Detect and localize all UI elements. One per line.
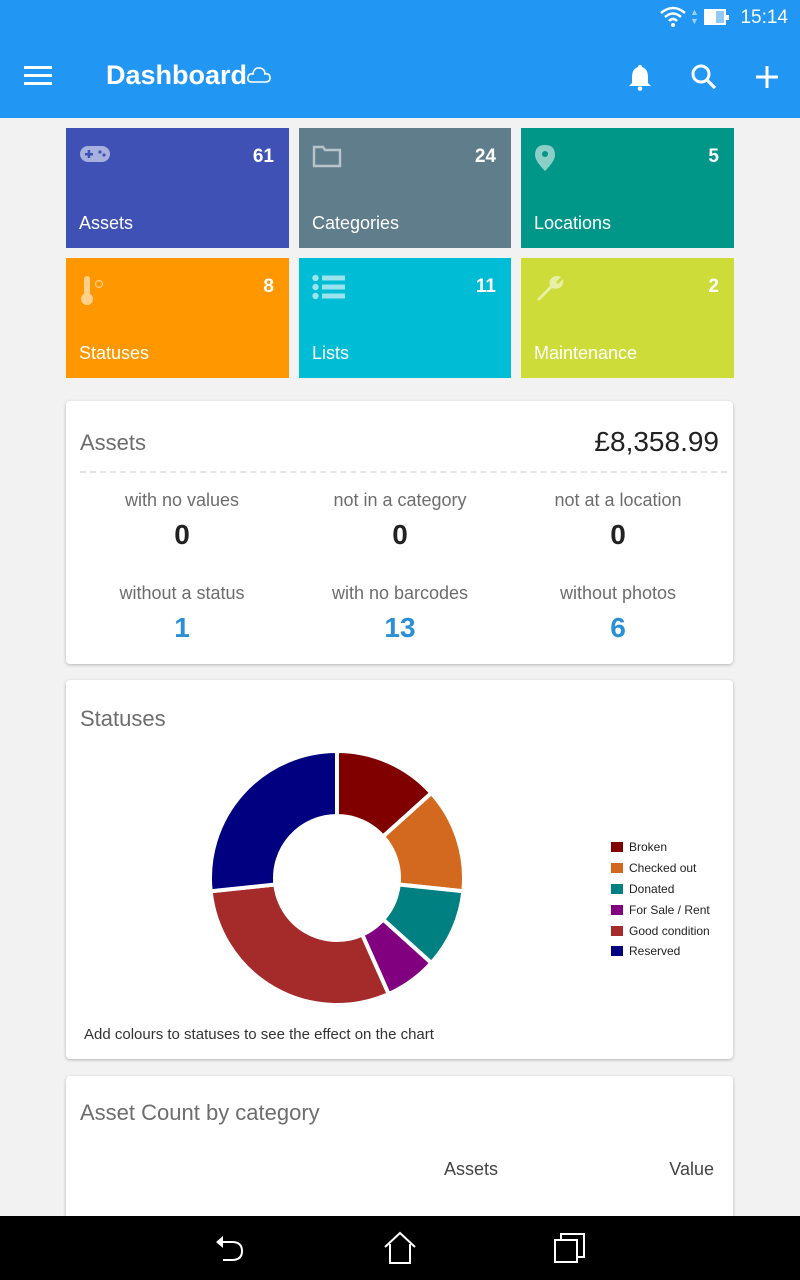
metric-no-location[interactable]: not at a location 0	[507, 490, 729, 551]
search-icon[interactable]	[689, 62, 719, 92]
tile-assets[interactable]: 61 Assets	[66, 128, 289, 248]
metric-label: with no values	[124, 490, 240, 510]
legend-label: Reserved	[629, 944, 681, 959]
tile-label: Assets	[79, 213, 134, 233]
home-icon[interactable]	[382, 1230, 418, 1266]
metric-value: 0	[174, 519, 190, 550]
metric-value[interactable]: 1	[71, 612, 293, 644]
add-icon[interactable]	[752, 62, 782, 92]
tile-count: 24	[474, 146, 496, 167]
metric-value[interactable]: 6	[507, 612, 729, 644]
card-title: Asset Count by category	[80, 1100, 320, 1125]
legend-label: Checked out	[629, 861, 697, 876]
thermometer-icon	[81, 276, 104, 305]
tile-categories[interactable]: 24 Categories	[299, 128, 511, 248]
legend-label: Donated	[629, 881, 675, 896]
divider	[80, 471, 727, 473]
battery-icon	[704, 9, 729, 25]
legend-item: Reserved	[611, 941, 710, 962]
cloud-sync-icon[interactable]	[246, 64, 272, 86]
chart-note: Add colours to statuses to see the effec…	[84, 1026, 434, 1043]
location-pin-icon	[535, 145, 555, 171]
metric-label: without a status	[119, 583, 245, 603]
legend-swatch	[611, 904, 623, 915]
statuses-donut-chart	[208, 748, 466, 1007]
legend-swatch	[611, 946, 623, 957]
metric-label: without photos	[559, 583, 677, 603]
metric-label: with no barcodes	[331, 583, 469, 603]
metric-no-barcodes[interactable]: with no barcodes 13	[289, 583, 511, 644]
chart-legend: Broken Checked out Donated For Sale / Rent G…	[611, 837, 710, 962]
legend-label: Broken	[629, 840, 668, 855]
legend-swatch	[611, 925, 623, 936]
legend-item: Donated	[611, 879, 710, 900]
tile-maintenance[interactable]: 2 Maintenance	[521, 258, 734, 378]
metric-label: not at a location	[554, 490, 682, 510]
legend-swatch	[611, 883, 623, 894]
total-value: £8,358.99	[594, 426, 719, 457]
legend-item: Broken	[611, 837, 710, 858]
list-icon	[312, 274, 345, 300]
tile-label: Locations	[534, 213, 612, 233]
metric-value: 0	[610, 519, 626, 550]
tile-count: 61	[252, 146, 274, 167]
tile-statuses[interactable]: 8 Statuses	[66, 258, 289, 378]
recents-icon[interactable]	[552, 1230, 588, 1266]
legend-swatch	[611, 842, 623, 853]
wifi-icon	[660, 6, 686, 27]
donut-slice-reserved[interactable]	[208, 748, 339, 894]
metric-no-photos[interactable]: without photos 6	[507, 583, 729, 644]
donut-slice-good-condition[interactable]	[208, 882, 392, 1007]
page-title: Dashboard	[106, 60, 248, 90]
card-title: Statuses	[80, 706, 166, 731]
wrench-icon	[537, 276, 564, 301]
metric-no-values[interactable]: with no values 0	[71, 490, 293, 551]
metric-value: 0	[392, 519, 408, 550]
tile-label: Statuses	[79, 343, 150, 363]
tile-count: 8	[263, 276, 274, 297]
tile-label: Lists	[312, 343, 350, 363]
legend-label: Good condition	[629, 923, 710, 938]
data-arrows-icon: ▲ ▼	[690, 7, 699, 26]
tile-label: Categories	[312, 213, 400, 233]
column-header-value: Value	[669, 1159, 714, 1179]
clock: 15:14	[740, 7, 788, 28]
legend-swatch	[611, 863, 623, 874]
legend-item: Checked out	[611, 858, 710, 879]
legend-item: Good condition	[611, 920, 710, 941]
metric-no-category[interactable]: not in a category 0	[289, 490, 511, 551]
tile-locations[interactable]: 5 Locations	[521, 128, 734, 248]
assets-summary-card: Assets £8,358.99 with no values 0 not in…	[66, 401, 733, 664]
app-bar: Dashboard	[0, 36, 800, 118]
legend-label: For Sale / Rent	[629, 902, 710, 917]
column-header-assets: Assets	[444, 1159, 499, 1179]
back-icon[interactable]	[212, 1230, 248, 1266]
metric-label: not in a category	[333, 490, 467, 510]
bell-icon[interactable]	[625, 62, 655, 92]
gamepad-icon	[80, 146, 110, 162]
status-bar: ▲ ▼ 15:14	[0, 0, 800, 36]
folder-icon	[312, 145, 342, 168]
card-title: Assets	[80, 430, 147, 455]
tile-lists[interactable]: 11 Lists	[299, 258, 511, 378]
menu-icon[interactable]	[24, 66, 52, 86]
statuses-card: Statuses Broken Checked out Donated For Sal…	[66, 680, 733, 1059]
tile-count: 2	[708, 276, 719, 297]
tile-count: 11	[475, 276, 496, 297]
metric-no-status[interactable]: without a status 1	[71, 583, 293, 644]
legend-item: For Sale / Rent	[611, 899, 710, 920]
metric-value[interactable]: 13	[289, 612, 511, 644]
system-nav-bar	[0, 1216, 800, 1280]
tile-count: 5	[708, 146, 719, 167]
tile-label: Maintenance	[534, 343, 638, 363]
